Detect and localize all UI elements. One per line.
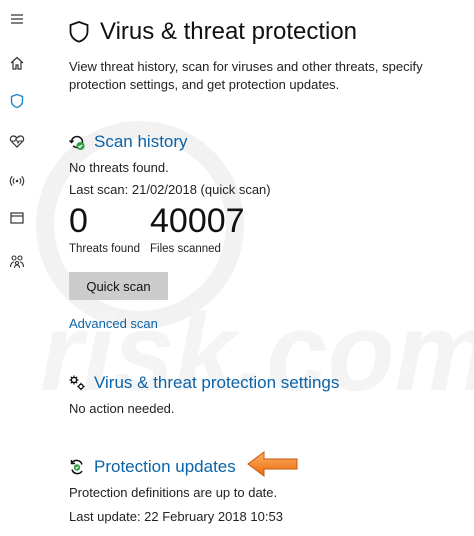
settings-gears-icon: [69, 375, 85, 391]
protection-settings-link[interactable]: Virus & threat protection settings: [68, 373, 339, 393]
files-scanned-count: 40007: [150, 202, 245, 240]
main-content: Virus & threat protection View threat hi…: [0, 0, 474, 536]
files-scanned-label: Files scanned: [150, 243, 221, 255]
updates-status: Protection definitions are up to date.: [69, 485, 278, 500]
scan-history-icon: [68, 135, 85, 150]
protection-updates-title: Protection updates: [94, 457, 236, 476]
page-title: Virus & threat protection: [100, 18, 358, 45]
settings-status: No action needed.: [69, 401, 175, 416]
advanced-scan-link[interactable]: Advanced scan: [69, 316, 158, 331]
scan-status: No threats found.: [69, 160, 169, 175]
threats-found-count: 0: [69, 202, 88, 240]
last-scan: Last scan: 21/02/2018 (quick scan): [69, 182, 271, 197]
shield-icon: [69, 21, 89, 43]
protection-updates-link[interactable]: Protection updates: [68, 457, 236, 477]
last-update: Last update: 22 February 2018 10:53: [69, 509, 283, 524]
page-header: Virus & threat protection: [68, 18, 357, 46]
quick-scan-button[interactable]: Quick scan: [69, 272, 168, 300]
scan-history-link[interactable]: Scan history: [68, 132, 188, 152]
arrow-left-icon: [247, 451, 298, 477]
threats-found-label: Threats found: [69, 243, 140, 255]
refresh-icon: [70, 459, 83, 475]
page-description: View threat history, scan for viruses an…: [69, 59, 423, 92]
protection-settings-title: Virus & threat protection settings: [94, 373, 340, 392]
scan-history-title: Scan history: [94, 132, 188, 151]
